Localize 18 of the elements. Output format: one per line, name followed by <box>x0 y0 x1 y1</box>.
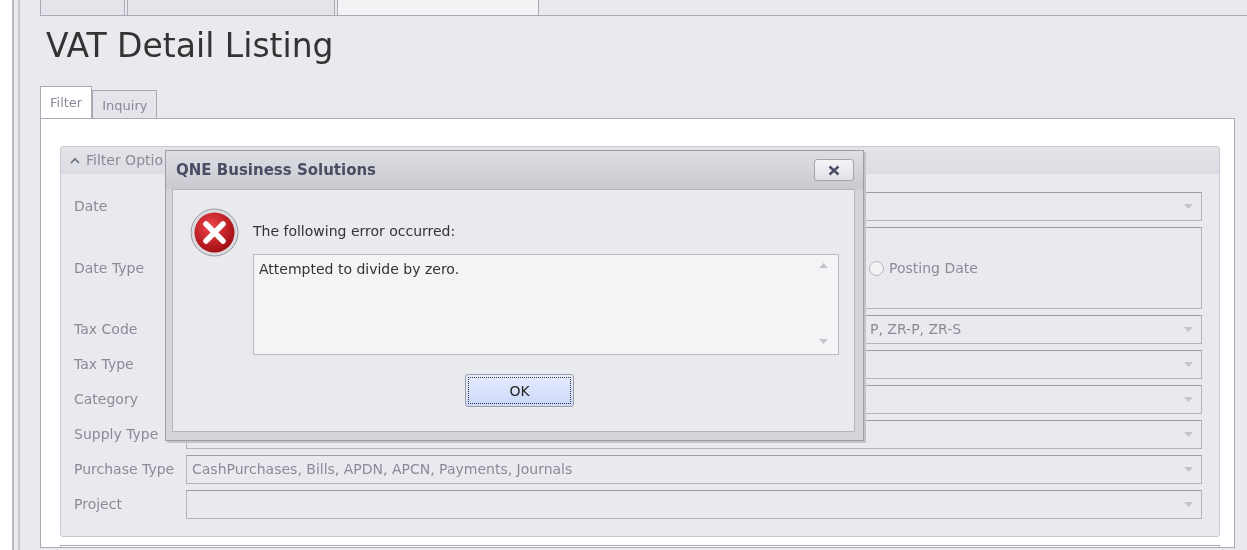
error-message: The following error occurred: <box>253 222 457 241</box>
radio-label: Posting Date <box>889 258 978 278</box>
field-label: Tax Type <box>74 355 135 374</box>
dropdown-field[interactable]: CashPurchases, Bills, APDN, APCN, Payments, Journals <box>186 455 1202 484</box>
page-title: VAT Detail Listing <box>46 26 335 66</box>
tab[interactable]: Inquiry <box>92 90 158 118</box>
tab[interactable]: Filter <box>40 86 93 118</box>
field-label: Date <box>74 197 109 216</box>
field-label: Tax Code <box>74 320 139 339</box>
ok-button[interactable]: OK <box>465 374 574 407</box>
field-label: Supply Type <box>74 425 160 444</box>
field-label: Date Type <box>74 258 146 278</box>
field-label: Project <box>74 495 123 514</box>
group-title: Filter Optio <box>86 151 163 170</box>
dialog-title: QNE Business Solutions <box>176 159 377 181</box>
error-detail: Attempted to divide by zero. <box>259 260 461 279</box>
field-label: Category <box>74 390 139 409</box>
field-label: Purchase Type <box>74 460 176 479</box>
